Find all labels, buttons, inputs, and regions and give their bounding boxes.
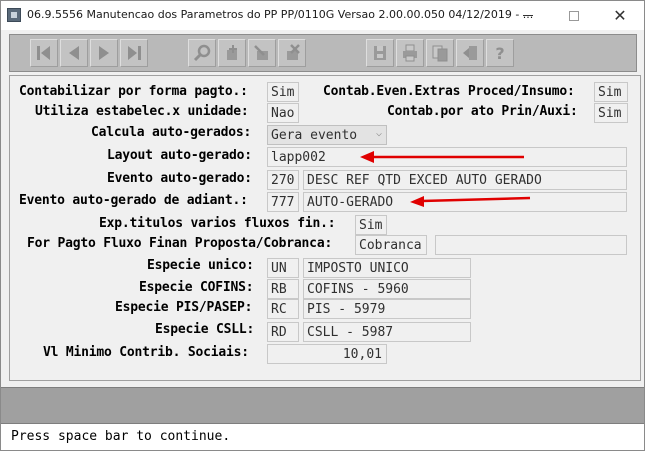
calcula-select[interactable]: Gera evento ⌵ — [267, 125, 387, 145]
window-title: 06.9.5556 Manutencao dos Parametros do P… — [27, 8, 534, 21]
add-icon — [227, 45, 237, 60]
delete-icon — [287, 44, 300, 60]
copy-icon — [432, 45, 448, 62]
csll-code-field[interactable]: RD — [267, 322, 299, 342]
status-message: Press space bar to continue. — [11, 429, 231, 444]
minimize-icon — [523, 15, 533, 16]
next-record-icon — [99, 46, 109, 60]
vl-minimo-field[interactable]: 10,01 — [267, 344, 387, 364]
utiliza-label: Utiliza estabelec.x unidade: — [35, 104, 249, 119]
evento-code-field[interactable]: 270 — [267, 170, 299, 190]
close-button[interactable]: ✕ — [597, 1, 643, 30]
empty-frame — [1, 387, 644, 423]
cofins-code-field[interactable]: RB — [267, 279, 299, 299]
evento-desc-field: DESC REF QTD EXCED AUTO GERADO — [303, 170, 627, 190]
pis-code-field[interactable]: RC — [267, 299, 299, 319]
layout-label: Layout auto-gerado: — [107, 148, 252, 163]
csll-label: Especie CSLL: — [155, 322, 255, 337]
last-record-button[interactable] — [120, 39, 148, 67]
edit-icon — [254, 45, 268, 60]
help-button[interactable]: ? — [486, 39, 514, 67]
print-icon — [403, 44, 417, 62]
minimize-button[interactable] — [505, 1, 551, 30]
exp-field[interactable]: Sim — [355, 215, 387, 235]
maximize-icon — [569, 10, 579, 21]
utiliza-field[interactable]: Nao — [267, 103, 299, 123]
evento-label: Evento auto-gerado: — [107, 171, 252, 186]
exit-icon — [463, 46, 477, 60]
next-record-button[interactable] — [90, 39, 118, 67]
print-button[interactable] — [396, 39, 424, 67]
toolbar: ? — [9, 34, 637, 72]
previous-record-button[interactable] — [60, 39, 88, 67]
contab-ato-field[interactable]: Sim — [594, 103, 628, 123]
pis-desc-field: PIS - 5979 — [303, 299, 471, 319]
csll-desc-field: CSLL - 5987 — [303, 322, 471, 342]
contab-ato-label: Contab.por ato Prin/Auxi: — [387, 104, 578, 119]
annotation-arrow-layout — [360, 151, 524, 163]
cofins-label: Especie COFINS: — [139, 280, 254, 295]
add-button[interactable] — [218, 39, 246, 67]
help-icon: ? — [495, 44, 504, 63]
contab-even-field[interactable]: Sim — [594, 82, 628, 102]
for-pagto-label: For Pagto Fluxo Finan Proposta/Cobranca: — [27, 236, 333, 251]
app-icon — [7, 8, 21, 22]
previous-record-icon — [69, 46, 79, 60]
search-button[interactable] — [188, 39, 216, 67]
especie-unico-label: Especie unico: — [147, 258, 254, 273]
adiant-label: Evento auto-gerado de adiant.: — [19, 193, 248, 208]
form-panel: Contabilizar por forma pagto.: Sim Conta… — [9, 75, 641, 381]
calcula-select-value: Gera evento — [271, 128, 358, 143]
last-record-icon — [128, 46, 141, 60]
vl-minimo-label: Vl Minimo Contrib. Sociais: — [43, 345, 249, 360]
pis-label: Especie PIS/PASEP: — [115, 300, 253, 315]
save-button[interactable] — [366, 39, 394, 67]
close-icon: ✕ — [613, 5, 627, 25]
exit-button[interactable] — [456, 39, 484, 67]
contabilizar-field[interactable]: Sim — [267, 82, 299, 102]
maximize-button[interactable] — [551, 1, 597, 30]
delete-button[interactable] — [278, 39, 306, 67]
exp-label: Exp.titulos varios fluxos fin.: — [99, 216, 336, 231]
especie-unico-desc-field: IMPOSTO UNICO — [303, 258, 471, 278]
save-icon — [374, 46, 386, 60]
adiant-code-field[interactable]: 777 — [267, 192, 299, 212]
app-window: 06.9.5556 Manutencao dos Parametros do P… — [0, 0, 645, 451]
especie-unico-code-field[interactable]: UN — [267, 258, 299, 278]
svg-text:?: ? — [495, 44, 504, 63]
contab-even-label: Contab.Even.Extras Proced/Insumo: — [323, 84, 575, 99]
cofins-desc-field: COFINS - 5960 — [303, 279, 471, 299]
calcula-label: Calcula auto-gerados: — [91, 125, 252, 140]
for-pagto-field[interactable]: Cobranca — [355, 235, 427, 255]
first-record-icon — [37, 46, 50, 60]
edit-button[interactable] — [248, 39, 276, 67]
for-pagto-extra-field — [435, 235, 627, 255]
copy-button[interactable] — [426, 39, 454, 67]
first-record-button[interactable] — [30, 39, 58, 67]
status-bar: Press space bar to continue. — [1, 423, 644, 450]
contabilizar-label: Contabilizar por forma pagto.: — [19, 84, 248, 99]
title-bar: 06.9.5556 Manutencao dos Parametros do P… — [1, 1, 644, 30]
search-icon — [193, 44, 211, 62]
chevron-down-icon: ⌵ — [375, 128, 382, 139]
annotation-arrow-adiant — [410, 196, 531, 207]
